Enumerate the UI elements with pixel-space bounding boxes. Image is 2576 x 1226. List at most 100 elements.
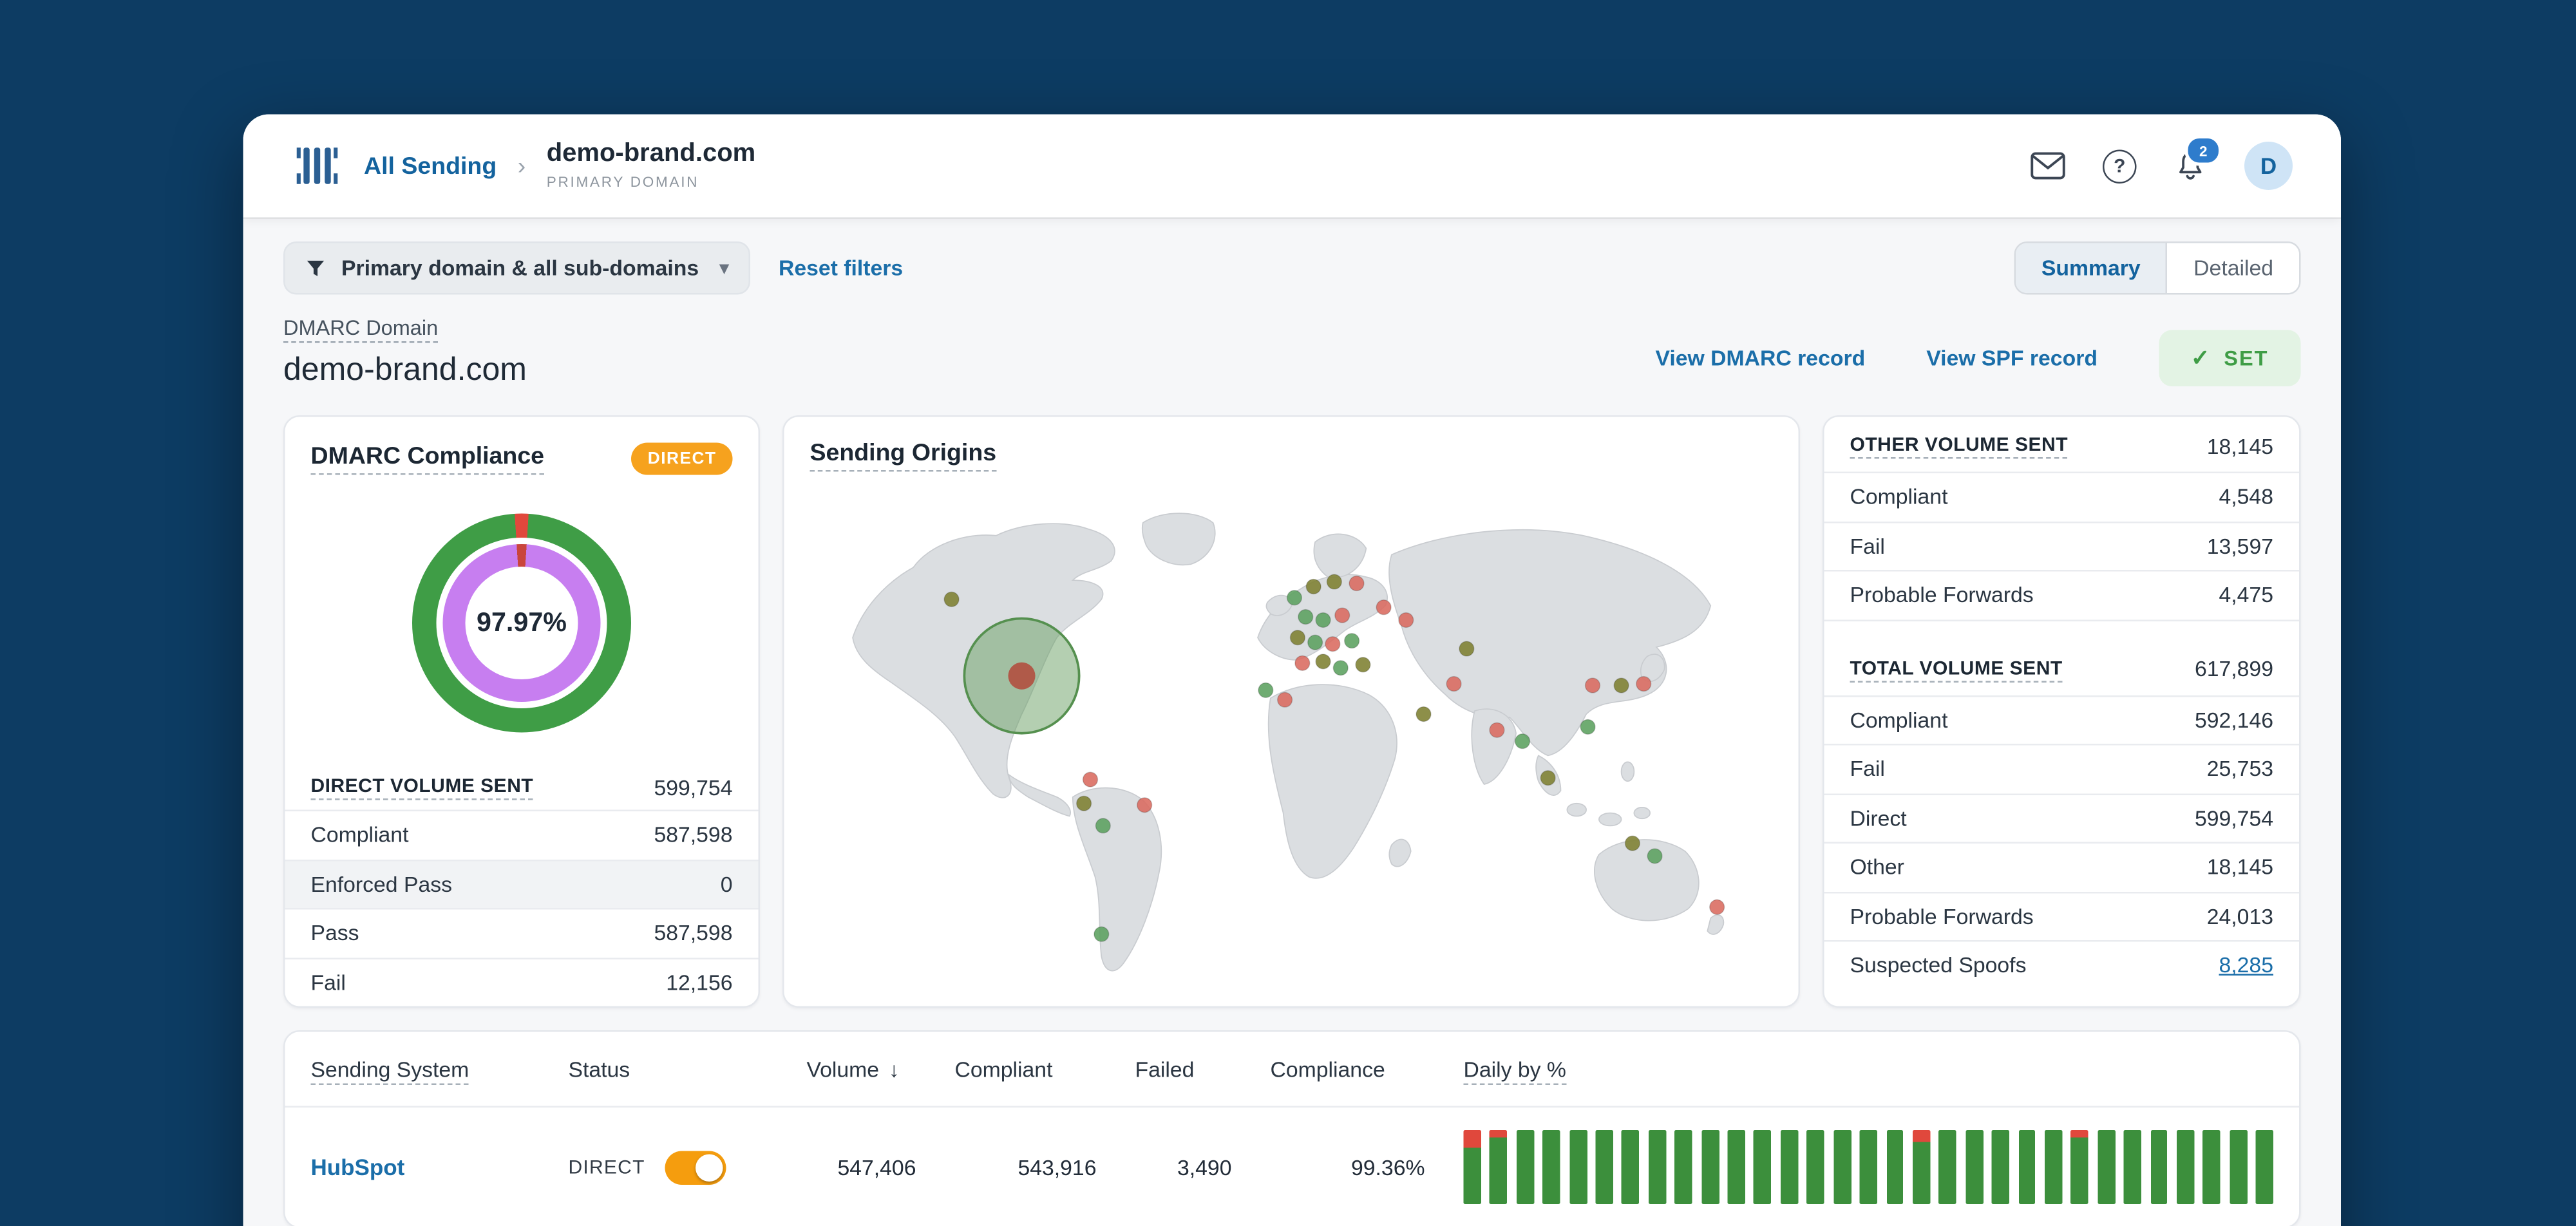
filter-bar: Primary domain & all sub-domains ▾ Reset…	[283, 241, 2301, 295]
dmarc-domain-name: demo-brand.com	[283, 352, 527, 388]
table-row: Compliant 587,598	[285, 811, 759, 861]
table-row: HubSpot DIRECT 547,406 543,916 3,490 99.…	[285, 1108, 2300, 1226]
dmarc-set-label: SET	[2224, 346, 2269, 371]
row-value: 587,598	[654, 823, 733, 847]
row-value: 25,753	[2206, 757, 2273, 782]
total-volume-header-row: TOTAL VOLUME SENT 617,899	[1824, 643, 2299, 697]
compliance-card-title: DMARC Compliance	[310, 443, 545, 475]
app-window: All Sending › demo-brand.com PRIMARY DOM…	[243, 114, 2341, 1226]
funnel-icon	[307, 259, 325, 276]
direct-toggle[interactable]	[664, 1150, 726, 1184]
view-spf-record-link[interactable]: View SPF record	[1926, 346, 2098, 371]
direct-volume-value: 599,754	[654, 775, 733, 800]
table-row: Enforced Pass 0	[285, 860, 759, 910]
donut-center-value: 97.97%	[465, 567, 578, 679]
row-label: Fail	[1850, 534, 1885, 558]
row-value: 4,475	[2219, 583, 2273, 608]
row-value: 13,597	[2206, 534, 2273, 558]
dmarcian-logo[interactable]	[292, 140, 343, 192]
header-daily-by-pct: Daily by %	[1463, 1057, 2274, 1084]
daily-compliance-bars	[1463, 1130, 2274, 1204]
status-label: DIRECT	[568, 1156, 645, 1178]
user-avatar[interactable]: D	[2244, 142, 2293, 190]
volume-value: 547,406	[837, 1155, 916, 1180]
row-label: Direct	[1850, 806, 1907, 831]
help-button[interactable]: ?	[2103, 149, 2137, 183]
dmarc-domain-label: DMARC Domain	[283, 316, 439, 343]
view-dmarc-record-link[interactable]: View DMARC record	[1656, 346, 1866, 371]
table-row: Suspected Spoofs 8,285	[1824, 942, 2300, 990]
nav-icon-group: ? 2 D	[2031, 135, 2293, 190]
row-value: 12,156	[666, 970, 733, 995]
status-cell: DIRECT	[569, 1150, 807, 1184]
sending-systems-table: Sending System Status Volume ↓ Compliant …	[283, 1030, 2301, 1226]
header-volume-sort[interactable]: Volume ↓	[807, 1057, 955, 1081]
dmarc-compliance-card: DMARC Compliance DIRECT 97.97% DIRECT VO…	[283, 415, 760, 1008]
compliance-donut-wrap: 97.97%	[285, 513, 759, 733]
table-row: Other 18,145	[1824, 844, 2299, 893]
failed-value: 3,490	[1177, 1155, 1232, 1180]
total-volume-value: 617,899	[2194, 657, 2273, 681]
row-label: Probable Forwards	[1850, 904, 2034, 929]
volume-summary-card: OTHER VOLUME SENT 18,145 Compliant 4,548…	[1823, 415, 2301, 1008]
notification-count-badge: 2	[2184, 135, 2222, 166]
dmarcian-logo-icon	[296, 147, 338, 184]
compliance-card-header: DMARC Compliance DIRECT	[285, 417, 759, 475]
row-value: 4,548	[2219, 485, 2273, 509]
domain-filter-label: Primary domain & all sub-domains	[341, 256, 699, 281]
table-row: Probable Forwards 24,013	[1824, 892, 2299, 942]
row-value: 18,145	[2206, 855, 2273, 880]
breadcrumb-domain-name: demo-brand.com	[546, 140, 756, 168]
row-value: 587,598	[654, 921, 733, 946]
row-value: 599,754	[2194, 806, 2273, 831]
sending-origins-title: Sending Origins	[810, 439, 997, 472]
table-row: Probable Forwards 4,475	[1824, 572, 2299, 621]
domain-filter-dropdown[interactable]: Primary domain & all sub-domains ▾	[283, 241, 750, 295]
screen: All Sending › demo-brand.com PRIMARY DOM…	[0, 0, 2576, 1226]
chevron-down-icon: ▾	[719, 259, 729, 279]
header-status: Status	[568, 1057, 630, 1081]
header-compliant: Compliant	[954, 1057, 1053, 1081]
messages-button[interactable]	[2031, 151, 2066, 180]
top-nav: All Sending › demo-brand.com PRIMARY DOM…	[243, 114, 2341, 218]
table-row: Fail 25,753	[1824, 746, 2299, 795]
total-volume-label: TOTAL VOLUME SENT	[1850, 656, 2063, 682]
compliant-value: 543,916	[1018, 1155, 1097, 1180]
reset-filters-link[interactable]: Reset filters	[779, 256, 903, 281]
breadcrumb-separator-icon: ›	[517, 152, 526, 180]
envelope-icon	[2031, 152, 2065, 180]
view-toggle-summary[interactable]: Summary	[2015, 243, 2166, 293]
row-value: 24,013	[2206, 904, 2273, 929]
compliance-donut-chart: 97.97%	[412, 513, 631, 733]
other-volume-header-row: OTHER VOLUME SENT 18,145	[1824, 420, 2299, 473]
row-label: Compliant	[310, 823, 409, 847]
dmarc-set-button[interactable]: ✓ SET	[2158, 330, 2301, 386]
row-label: Compliant	[1850, 485, 1948, 509]
notifications-button[interactable]: 2	[2174, 135, 2222, 184]
sending-system-link[interactable]: HubSpot	[311, 1155, 405, 1180]
breadcrumb-domain-type: PRIMARY DOMAIN	[546, 173, 699, 190]
row-label: Other	[1850, 855, 1904, 880]
domain-actions: View DMARC record View SPF record ✓ SET	[1656, 330, 2301, 390]
row-label: Enforced Pass	[310, 872, 452, 896]
table-row: Fail 13,597	[1824, 522, 2299, 572]
continents	[852, 513, 1725, 972]
table-row: Pass 587,598	[285, 910, 759, 959]
suspected-spoofs-link[interactable]: 8,285	[2219, 954, 2273, 978]
breadcrumb-all-sending[interactable]: All Sending	[364, 152, 497, 180]
summary-cards-row: DMARC Compliance DIRECT 97.97% DIRECT VO…	[283, 415, 2301, 1008]
compliance-value: 99.36%	[1351, 1155, 1425, 1180]
breadcrumb-current-domain: demo-brand.com PRIMARY DOMAIN	[546, 140, 756, 190]
header-failed: Failed	[1135, 1057, 1195, 1081]
view-toggle-detailed[interactable]: Detailed	[2166, 243, 2299, 293]
header-sending-system: Sending System	[310, 1057, 569, 1084]
table-row: Fail 12,156	[285, 959, 759, 1006]
row-label: Probable Forwards	[1850, 583, 2034, 608]
row-value: 0	[720, 872, 733, 896]
other-volume-label: OTHER VOLUME SENT	[1850, 433, 2069, 459]
view-toggle: Summary Detailed	[2014, 241, 2301, 295]
page-body: Primary domain & all sub-domains ▾ Reset…	[243, 217, 2341, 1226]
table-row: Compliant 592,146	[1824, 696, 2299, 746]
direct-volume-label: DIRECT VOLUME SENT	[310, 775, 534, 800]
row-value: 592,146	[2194, 708, 2273, 732]
